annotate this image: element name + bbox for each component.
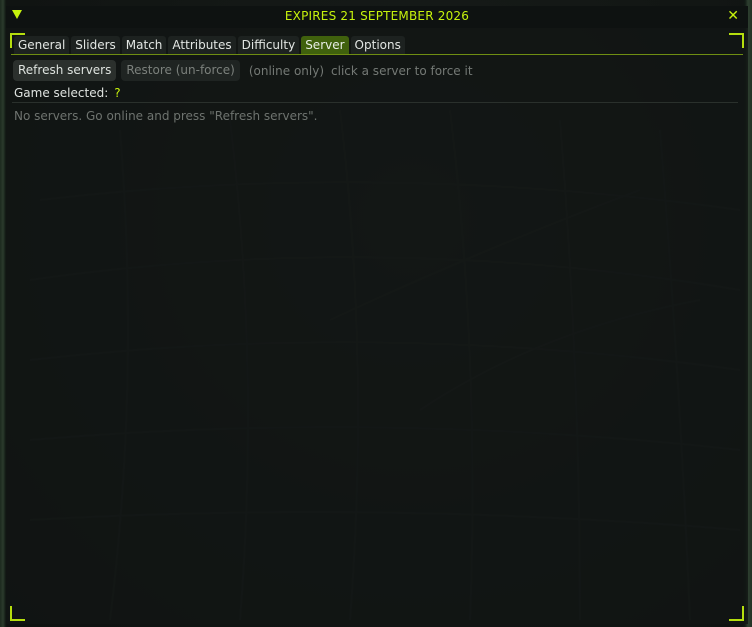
corner-bracket-bottom-left	[10, 606, 25, 621]
restore-unforce-button[interactable]: Restore (un-force)	[121, 60, 240, 81]
title-bar: EXPIRES 21 SEPTEMBER 2026 ✕	[6, 6, 748, 28]
close-icon[interactable]: ✕	[727, 7, 739, 25]
refresh-servers-button[interactable]: Refresh servers	[13, 60, 117, 81]
tab-bar: General Sliders Match Attributes Difficu…	[14, 36, 405, 55]
divider	[12, 102, 738, 103]
tab-options[interactable]: Options	[350, 36, 405, 55]
game-selected-value: ?	[114, 86, 121, 100]
tab-sliders[interactable]: Sliders	[71, 36, 120, 55]
game-selected-row: Game selected:?	[14, 86, 121, 100]
corner-bracket-top-right	[729, 33, 744, 48]
tab-match[interactable]: Match	[121, 36, 167, 55]
window-title: EXPIRES 21 SEPTEMBER 2026	[284, 9, 470, 23]
server-toolbar: Refresh servers Restore (un-force) (onli…	[13, 60, 473, 81]
tab-attributes[interactable]: Attributes	[168, 36, 236, 55]
server-list-empty-message: No servers. Go online and press "Refresh…	[14, 109, 318, 123]
dialog-window: EXPIRES 21 SEPTEMBER 2026 ✕ General Slid…	[6, 6, 748, 624]
tab-server[interactable]: Server	[301, 36, 349, 55]
tab-general[interactable]: General	[14, 36, 70, 55]
online-only-hint: (online only)	[248, 63, 325, 78]
corner-bracket-bottom-right	[729, 606, 744, 621]
force-server-hint: click a server to force it	[331, 63, 473, 78]
tab-difficulty[interactable]: Difficulty	[237, 36, 300, 55]
tab-underline	[11, 54, 743, 55]
game-selected-label: Game selected:	[14, 86, 109, 100]
